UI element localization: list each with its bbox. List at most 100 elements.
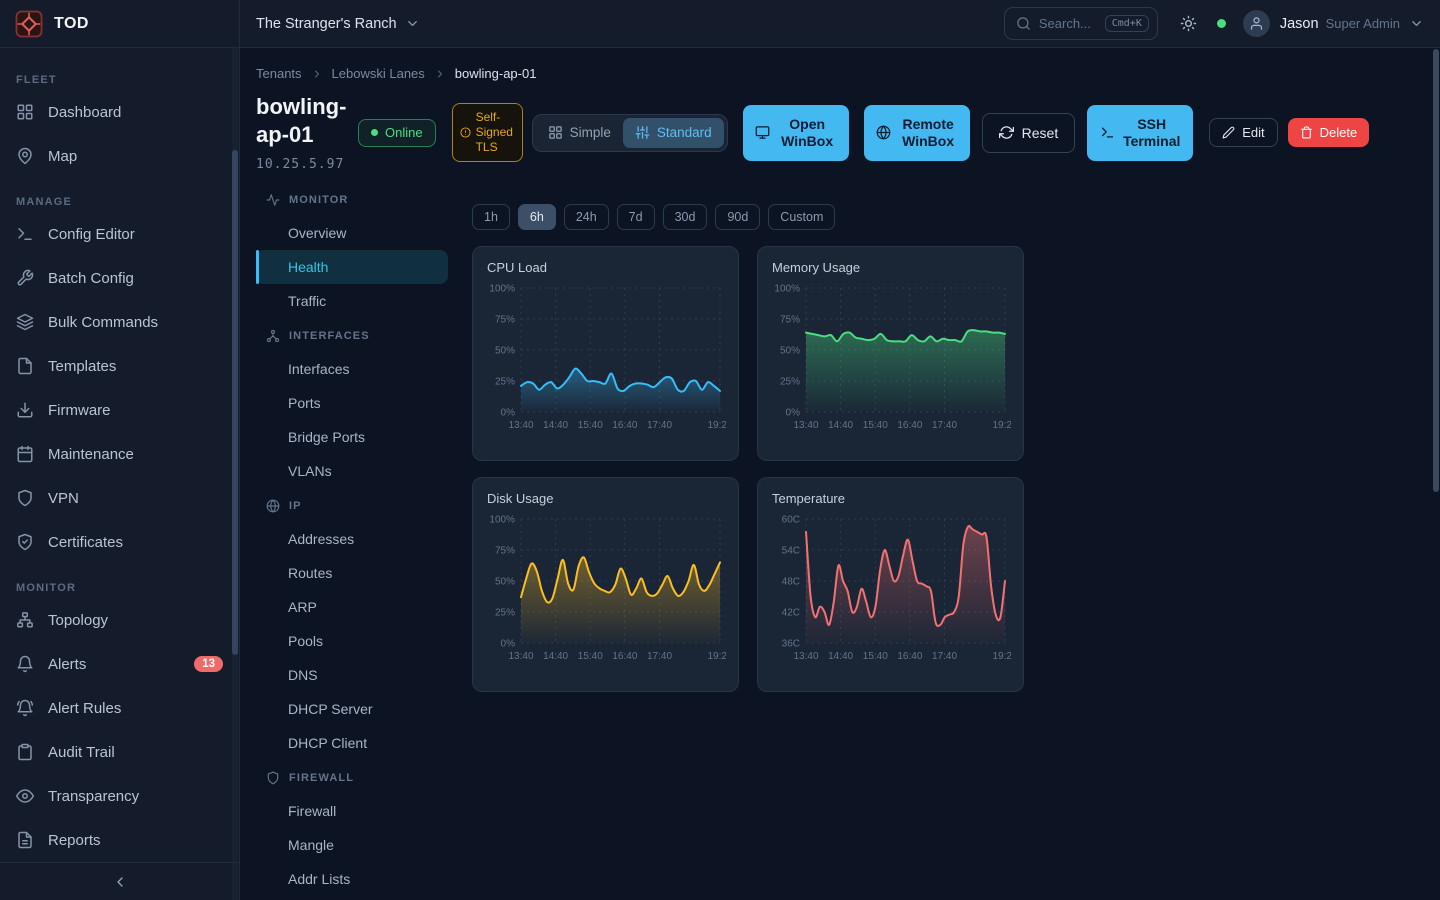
wrench-icon [16,269,34,287]
subnav-item-conntrack[interactable]: ConnTrack [256,896,448,900]
view-mode-simple[interactable]: Simple [536,118,623,148]
subnav-item-dns[interactable]: DNS [256,658,448,692]
subnav-item-health[interactable]: Health [256,250,448,284]
subnav-item-addresses[interactable]: Addresses [256,522,448,556]
avatar[interactable] [1243,10,1270,37]
monitor-icon [755,125,770,140]
ssh-terminal-button[interactable]: SSH Terminal [1087,105,1193,161]
status-label: Online [385,125,423,140]
theme-toggle-sun-icon[interactable] [1180,15,1197,32]
breadcrumb-item-lebowski-lanes[interactable]: Lebowski Lanes [332,66,425,81]
svg-text:25%: 25% [495,608,515,619]
subnav-item-firewall[interactable]: Firewall [256,794,448,828]
sidebar-item-certificates[interactable]: Certificates [0,520,239,564]
subnav-item-addr-lists[interactable]: Addr Lists [256,862,448,896]
subnav-item-routes[interactable]: Routes [256,556,448,590]
svg-text:13:40: 13:40 [793,651,818,662]
subnav-section-label-interfaces: INTERFACES [256,320,448,352]
sidebar-item-reports[interactable]: Reports [0,818,239,862]
sidebar-scrollbar-thumb[interactable] [232,150,238,655]
sidebar-item-map[interactable]: Map [0,134,239,178]
shield-icon [16,489,34,507]
time-range-1h[interactable]: 1h [472,204,510,230]
sidebar-item-label: Audit Trail [48,744,223,761]
sidebar-item-label: Bulk Commands [48,314,223,331]
sidebar-item-label: Config Editor [48,226,223,243]
refresh-icon [999,125,1014,140]
sidebar-item-config-editor[interactable]: Config Editor [0,212,239,256]
chevron-left-icon [112,874,128,890]
tenant-selector[interactable]: The Stranger's Ranch [256,16,420,32]
search-input[interactable]: Search... Cmd+K [1004,7,1158,40]
sidebar-item-firmware[interactable]: Firmware [0,388,239,432]
sidebar-item-bulk-commands[interactable]: Bulk Commands [0,300,239,344]
cpu-load-chart: 0%25%50%75%100%13:4014:4015:4016:4017:40… [487,282,726,442]
subnav-item-pools[interactable]: Pools [256,624,448,658]
sidebar-item-alerts[interactable]: Alerts13 [0,642,239,686]
time-range-custom[interactable]: Custom [768,204,835,230]
svg-text:0%: 0% [501,639,516,650]
svg-text:19:25: 19:25 [707,420,726,431]
breadcrumb-item-tenants[interactable]: Tenants [256,66,302,81]
time-range-30d[interactable]: 30d [663,204,708,230]
sidebar-item-label: Transparency [48,788,223,805]
subnav-section-label-firewall: FIREWALL [256,762,448,794]
svg-text:14:40: 14:40 [828,420,853,431]
chart-card-cpu-load: CPU Load0%25%50%75%100%13:4014:4015:4016… [472,246,739,461]
sidebar-item-label: Dashboard [48,104,223,121]
sidebar-item-label: Templates [48,358,223,375]
subnav-item-dhcp-server[interactable]: DHCP Server [256,692,448,726]
sidebar-item-label: Map [48,148,223,165]
sidebar-item-label: Topology [48,612,223,629]
trash-icon [1300,126,1313,139]
sidebar-item-vpn[interactable]: VPN [0,476,239,520]
sidebar-item-topology[interactable]: Topology [0,598,239,642]
chevron-right-icon [434,68,446,80]
sidebar-item-audit-trail[interactable]: Audit Trail [0,730,239,774]
subnav-item-traffic[interactable]: Traffic [256,284,448,318]
sidebar-item-alert-rules[interactable]: Alert Rules [0,686,239,730]
subnav-item-vlans[interactable]: VLANs [256,454,448,488]
subnav-item-ports[interactable]: Ports [256,386,448,420]
map-pin-icon [16,147,34,165]
sidebar-item-transparency[interactable]: Transparency [0,774,239,818]
terminal-icon [16,225,34,243]
subnav-item-mangle[interactable]: Mangle [256,828,448,862]
pencil-icon [1222,126,1235,139]
sidebar-item-batch-config[interactable]: Batch Config [0,256,239,300]
user-icon [1249,16,1264,31]
open-winbox-button[interactable]: Open WinBox [743,105,849,161]
page-title: bowling-ap-01 [256,93,352,149]
subnav-item-overview[interactable]: Overview [256,216,448,250]
subnav-item-dhcp-client[interactable]: DHCP Client [256,726,448,760]
time-range-24h[interactable]: 24h [564,204,609,230]
time-range-90d[interactable]: 90d [715,204,760,230]
sidebar-item-label: Batch Config [48,270,223,287]
delete-button[interactable]: Delete [1288,118,1370,147]
view-mode-standard[interactable]: Standard [623,118,724,148]
subnav-item-arp[interactable]: ARP [256,590,448,624]
search-placeholder: Search... [1039,16,1097,31]
charts-grid: CPU Load0%25%50%75%100%13:4014:4015:4016… [472,246,1024,692]
time-range-7d[interactable]: 7d [617,204,655,230]
edit-button[interactable]: Edit [1209,118,1277,147]
eye-icon [16,787,34,805]
time-range-6h[interactable]: 6h [518,204,556,230]
subnav-item-bridge-ports[interactable]: Bridge Ports [256,420,448,454]
svg-text:25%: 25% [780,377,800,388]
sidebar-collapse-button[interactable] [0,862,239,900]
chart-card-disk-usage: Disk Usage0%25%50%75%100%13:4014:4015:40… [472,477,739,692]
remote-winbox-button[interactable]: Remote WinBox [864,105,970,161]
device-header: bowling-ap-01 10.25.5.97 Online Self-Sig… [256,93,1424,172]
svg-text:0%: 0% [501,408,516,419]
sidebar-item-maintenance[interactable]: Maintenance [0,432,239,476]
main-scrollbar-thumb[interactable] [1433,49,1439,492]
svg-text:100%: 100% [774,284,800,295]
sidebar-item-templates[interactable]: Templates [0,344,239,388]
tenant-name: The Stranger's Ranch [256,16,397,32]
subnav-item-interfaces[interactable]: Interfaces [256,352,448,386]
user-menu-chevron-icon[interactable] [1409,16,1424,31]
user-name: Jason [1280,16,1319,32]
sidebar-item-dashboard[interactable]: Dashboard [0,90,239,134]
reset-button[interactable]: Reset [982,113,1076,153]
